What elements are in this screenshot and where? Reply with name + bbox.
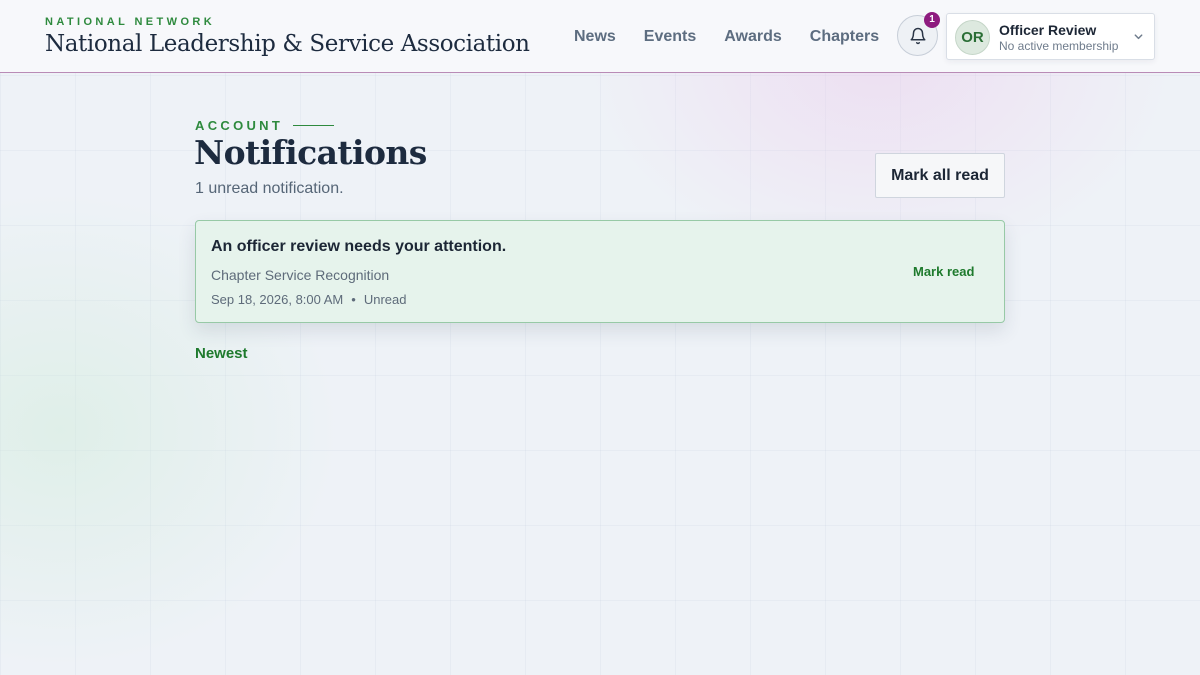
notification-status: Unread — [363, 292, 407, 307]
meta-separator: • — [351, 292, 356, 307]
user-name: Officer Review — [999, 22, 1097, 38]
user-menu[interactable]: OR Officer Review No active membership — [946, 13, 1155, 60]
nav-link-events[interactable]: Events — [644, 27, 696, 47]
notification-meta: Sep 18, 2026, 8:00 AM • Unread — [211, 292, 406, 307]
mark-read-button[interactable]: Mark read — [913, 264, 974, 279]
brand-eyebrow: NATIONAL NETWORK — [45, 16, 216, 28]
bell-icon — [910, 27, 925, 44]
site-header: NATIONAL NETWORK National Leadership & S… — [0, 0, 1200, 73]
chevron-down-icon — [1134, 34, 1143, 40]
unread-summary: 1 unread notification. — [195, 180, 344, 197]
main-nav: News Events Awards Chapters — [574, 27, 907, 47]
notification-card: An officer review needs your attention. … — [195, 220, 1005, 323]
nav-link-chapters[interactable]: Chapters — [810, 27, 879, 47]
section-eyebrow: ACCOUNT — [195, 118, 335, 133]
section-eyebrow-label: ACCOUNT — [195, 118, 284, 133]
nav-link-awards[interactable]: Awards — [724, 27, 782, 47]
notification-title: An officer review needs your attention. — [211, 238, 507, 255]
notification-context: Chapter Service Recognition — [211, 267, 390, 283]
page-title: Notifications — [194, 133, 427, 172]
notification-date: Sep 18, 2026, 8:00 AM — [211, 292, 344, 307]
membership-status: No active membership — [999, 39, 1119, 53]
eyebrow-divider — [293, 125, 335, 126]
notification-count-badge: 1 — [924, 12, 940, 28]
avatar: OR — [955, 20, 990, 55]
sort-newest-link[interactable]: Newest — [195, 345, 248, 362]
brand-name: National Leadership & Service Associatio… — [45, 31, 530, 57]
mark-all-read-button[interactable]: Mark all read — [875, 153, 1005, 198]
brand[interactable]: NATIONAL NETWORK National Leadership & S… — [45, 16, 530, 58]
nav-link-news[interactable]: News — [574, 27, 616, 47]
